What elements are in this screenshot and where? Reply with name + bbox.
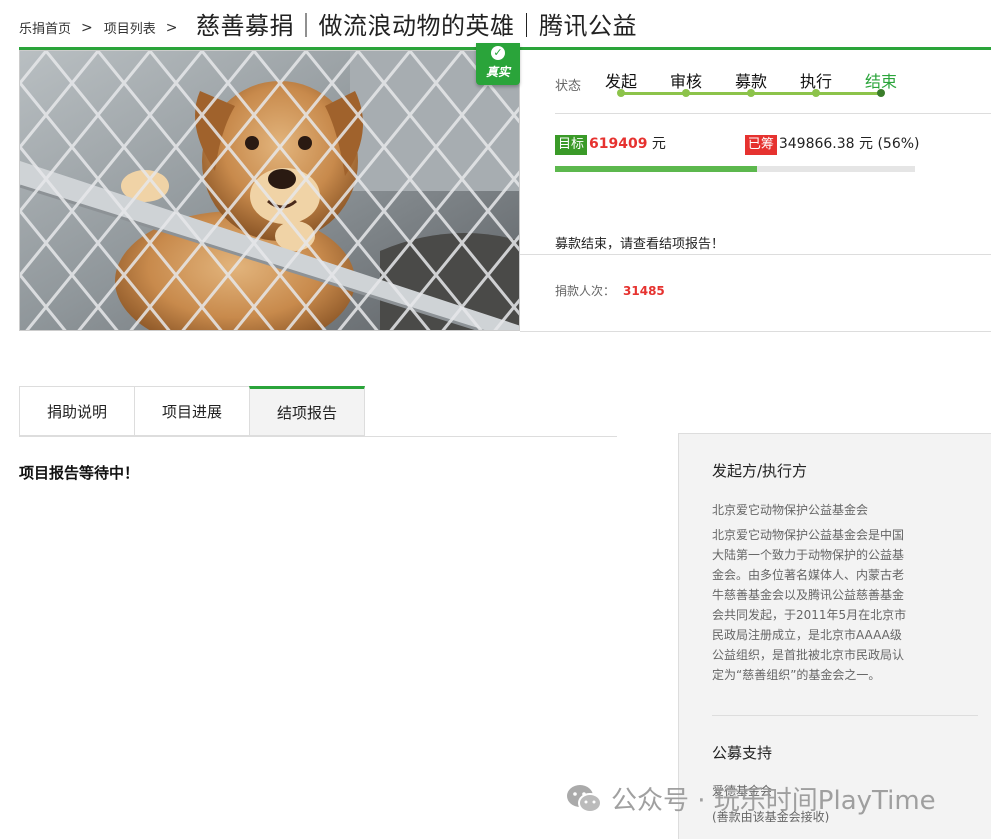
wechat-icon — [567, 784, 602, 813]
raised-amount: 349866.38 — [778, 136, 855, 152]
step-dot — [682, 89, 690, 97]
breadcrumb-home-link[interactable]: 乐捐首页 — [19, 18, 71, 37]
donor-count: 捐款人次： 31485 — [555, 282, 665, 299]
dog-behind-fence-image — [20, 51, 519, 330]
breadcrumb-separator: > — [81, 19, 93, 36]
organizer-description: 北京爱它动物保护公益基金会是中国大陆第一个致力于动物保护的公益基金会。由多位著名… — [712, 528, 907, 682]
verified-badge-label: 真实 — [485, 65, 510, 79]
project-image — [19, 50, 520, 331]
tab-underline — [19, 436, 617, 437]
watermark-text: 公众号 · 玩乐时间PlayTime — [611, 786, 936, 816]
step-dot — [747, 89, 755, 97]
report-status-text: 项目报告等待中！ — [19, 464, 140, 482]
page-title: 慈善募捐｜做流浪动物的英雄｜腾讯公益 — [196, 12, 637, 40]
breadcrumb-list-link[interactable]: 项目列表 — [104, 18, 156, 37]
status-label: 状态 — [555, 79, 582, 94]
check-icon: ✓ — [491, 46, 505, 60]
raised-unit: 元 — [859, 136, 874, 152]
public-support-heading: 公募支持 — [712, 744, 773, 762]
funding-progress-fill — [555, 166, 757, 172]
tab-donation-info[interactable]: 捐助说明 — [19, 386, 134, 436]
content-tabs: 捐助说明 项目进展 结项报告 — [19, 386, 365, 436]
funding-progress-bar — [555, 166, 915, 172]
target-unit: 元 — [651, 136, 666, 152]
watermark: 公众号 · 玩乐时间PlayTime — [565, 780, 936, 817]
fundraising-ended-message: 募款结束，请查看结项报告！ — [555, 237, 725, 252]
step-review: 审核 — [656, 68, 716, 97]
divider — [555, 113, 991, 114]
tab-project-progress[interactable]: 项目进展 — [134, 386, 249, 436]
step-initiate: 发起 — [591, 68, 651, 97]
divider — [520, 331, 991, 332]
step-dot — [812, 89, 820, 97]
funding-summary: 目标 619409 元 已筹 349866.38 元 (56%) — [555, 133, 920, 155]
raised-percent: (56%) — [877, 136, 920, 152]
panel-divider — [712, 715, 978, 716]
organizer-name: 北京爱它动物保护公益基金会 — [712, 503, 869, 517]
step-dot — [617, 89, 625, 97]
tab-final-report[interactable]: 结项报告 — [249, 386, 365, 436]
step-finish: 结束 — [851, 68, 911, 97]
breadcrumb: 乐捐首页 > 项目列表 > — [19, 18, 189, 38]
target-tag: 目标 — [555, 135, 588, 155]
status-steps: 发起 审核 募款 执行 结束 — [605, 68, 907, 98]
raised-tag: 已筹 — [744, 135, 777, 155]
initiator-heading: 发起方/执行方 — [712, 462, 808, 480]
step-dot — [877, 89, 885, 97]
donor-count-label: 捐款人次： — [555, 284, 616, 298]
step-execute: 执行 — [786, 68, 846, 97]
target-amount: 619409 — [589, 136, 648, 152]
breadcrumb-separator: > — [165, 19, 178, 36]
verified-badge: ✓ 真实 — [476, 43, 520, 85]
step-fundraise: 募款 — [721, 68, 781, 97]
donor-count-value: 31485 — [623, 284, 665, 298]
divider — [520, 254, 991, 255]
organizer-panel: 发起方/执行方 北京爱它动物保护公益基金会 北京爱它动物保护公益基金会是中国大陆… — [678, 433, 991, 839]
